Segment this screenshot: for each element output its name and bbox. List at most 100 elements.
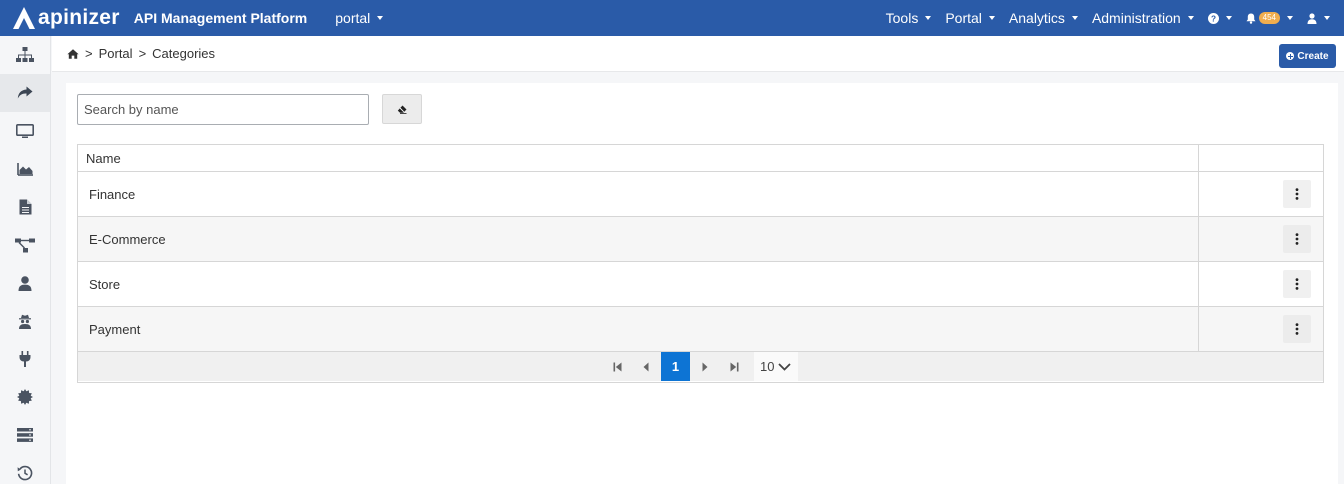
sidebar-item-api-proxies[interactable] <box>0 36 50 74</box>
row-actions-button[interactable] <box>1283 315 1311 343</box>
kebab-menu-icon <box>1295 233 1299 245</box>
nav-menu-administration[interactable]: Administration <box>1092 10 1194 26</box>
caret-down-icon <box>1071 16 1078 20</box>
top-navbar: apinizer API Management Platform portal … <box>0 0 1344 36</box>
caret-down-icon <box>925 16 932 20</box>
page-button-current[interactable]: 1 <box>661 352 690 381</box>
sidebar-item-security[interactable] <box>0 302 50 340</box>
plug-icon <box>19 351 31 367</box>
nav-menu-label: Administration <box>1091 10 1181 26</box>
sidebar-item-portal[interactable] <box>0 74 50 112</box>
sidebar-item-connectors[interactable] <box>0 340 50 378</box>
sidebar-item-documents[interactable] <box>0 188 50 226</box>
category-name: E-Commerce <box>78 217 1199 261</box>
table-row[interactable]: Finance <box>78 172 1323 217</box>
chevron-down-icon <box>778 362 792 371</box>
clear-search-button[interactable] <box>382 94 422 124</box>
prev-page-icon <box>643 362 649 371</box>
caret-down-icon <box>1225 16 1232 20</box>
context-selector[interactable]: portal <box>335 10 384 26</box>
table-header: Name <box>78 145 1323 172</box>
caret-down-icon <box>1187 16 1194 20</box>
category-name: Store <box>78 262 1199 306</box>
flow-icon <box>15 238 35 252</box>
search-input[interactable] <box>77 94 369 125</box>
caret-down-icon <box>1287 16 1293 20</box>
spy-icon <box>19 314 31 329</box>
row-actions-button[interactable] <box>1283 180 1311 208</box>
sidebar-item-settings[interactable] <box>0 378 50 416</box>
plus-circle-icon <box>1286 52 1295 60</box>
svg-text:?: ? <box>1211 14 1216 23</box>
user-icon <box>1307 12 1317 24</box>
row-actions-button[interactable] <box>1283 225 1311 253</box>
page-size-select[interactable]: 10 <box>754 352 798 381</box>
sidebar-item-monitoring[interactable] <box>0 112 50 150</box>
table-row[interactable]: E-Commerce <box>78 217 1323 262</box>
kebab-menu-icon <box>1295 278 1299 290</box>
breadcrumb-bar: > Portal > Categories Create <box>52 36 1344 72</box>
sidebar-item-history[interactable] <box>0 454 50 484</box>
caret-down-icon <box>1324 16 1330 20</box>
category-name: Payment <box>78 307 1199 351</box>
user-menu[interactable] <box>1307 12 1330 24</box>
last-page-icon <box>730 362 738 371</box>
sitemap-icon <box>16 47 34 62</box>
breadcrumb-portal[interactable]: Portal <box>99 46 133 61</box>
last-page-button[interactable] <box>721 352 747 381</box>
apinizer-logo-icon <box>13 7 35 29</box>
page-size-value: 10 <box>760 359 775 374</box>
sidebar-item-analytics[interactable] <box>0 150 50 188</box>
first-page-icon <box>613 362 621 371</box>
caret-down-icon <box>377 16 384 20</box>
table-row[interactable]: Store <box>78 262 1323 307</box>
row-actions-button[interactable] <box>1283 270 1311 298</box>
nav-menu-analytics[interactable]: Analytics <box>1009 10 1078 26</box>
sidebar-item-flows[interactable] <box>0 226 50 264</box>
brand[interactable]: apinizer API Management Platform <box>12 6 307 30</box>
create-button[interactable]: Create <box>1279 44 1336 68</box>
sidebar <box>0 36 51 484</box>
cog-burst-icon <box>17 389 33 405</box>
breadcrumb-current: Categories <box>152 46 216 61</box>
breadcrumb-separator: > <box>85 46 93 61</box>
server-icon <box>17 428 33 442</box>
document-icon <box>19 199 31 215</box>
content-panel: Name Finance E-Commerce <box>66 83 1338 484</box>
kebab-menu-icon <box>1295 323 1299 335</box>
monitor-icon <box>16 123 34 138</box>
brand-name: apinizer <box>38 6 120 29</box>
user-icon <box>18 275 32 291</box>
next-page-icon <box>702 362 708 371</box>
brand-subtitle: API Management Platform <box>133 10 308 26</box>
nav-menu-tools[interactable]: Tools <box>886 10 932 26</box>
breadcrumb: > Portal > Categories <box>67 46 215 61</box>
home-icon[interactable] <box>67 48 79 59</box>
history-icon <box>17 465 33 481</box>
bell-icon <box>1246 13 1256 24</box>
prev-page-button[interactable] <box>633 352 659 381</box>
sidebar-item-servers[interactable] <box>0 416 50 454</box>
area-chart-icon <box>16 163 33 176</box>
column-header-name[interactable]: Name <box>78 145 1199 171</box>
notifications-menu[interactable]: 454 <box>1246 12 1293 24</box>
kebab-menu-icon <box>1295 188 1299 200</box>
nav-menu-portal[interactable]: Portal <box>945 10 995 26</box>
breadcrumb-separator: > <box>138 46 147 61</box>
help-icon: ? <box>1207 12 1219 24</box>
create-button-label: Create <box>1297 50 1329 62</box>
nav-menu-label: Tools <box>885 10 919 26</box>
category-name: Finance <box>78 172 1199 216</box>
share-arrow-icon <box>17 86 33 99</box>
column-header-actions <box>1199 145 1323 171</box>
next-page-button[interactable] <box>692 352 718 381</box>
pagination: 1 10 <box>78 352 1323 381</box>
context-label: portal <box>335 10 371 26</box>
categories-table: Name Finance E-Commerce Store Payment 1 … <box>77 144 1324 383</box>
sidebar-item-users[interactable] <box>0 264 50 302</box>
nav-menu-label: Analytics <box>1008 10 1065 26</box>
help-menu[interactable]: ? <box>1207 12 1232 24</box>
first-page-button[interactable] <box>604 352 630 381</box>
table-row[interactable]: Payment <box>78 307 1323 352</box>
eraser-icon <box>397 105 407 114</box>
